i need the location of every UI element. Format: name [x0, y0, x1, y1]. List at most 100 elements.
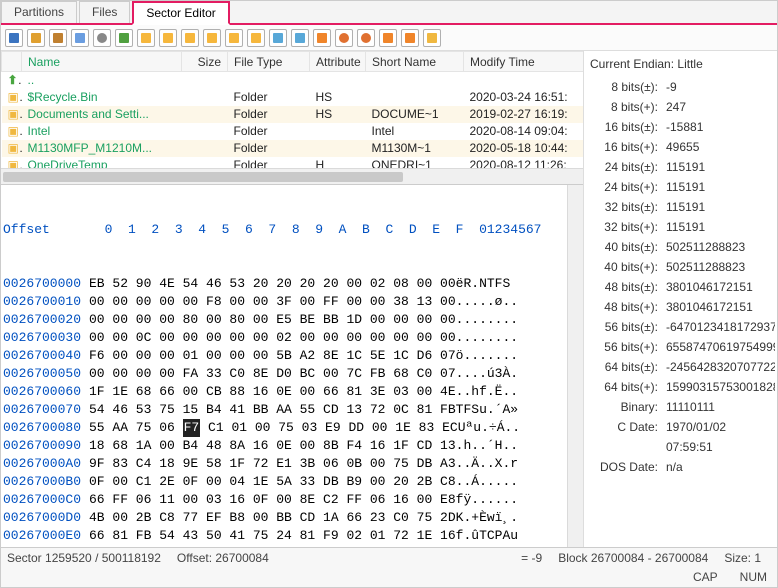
status-cap: CAP	[693, 570, 718, 584]
status-sector: Sector 1259520 / 500118192	[7, 551, 171, 565]
search-icon[interactable]	[93, 29, 111, 47]
info-row: 48 bits(±):3801046172151	[586, 277, 775, 297]
info-row: 40 bits(+):502511288823	[586, 257, 775, 277]
info-row: 07:59:51	[586, 437, 775, 457]
info-value: 115191	[664, 220, 775, 234]
info-label: 8 bits(±):	[586, 80, 664, 94]
disk3-icon[interactable]	[401, 29, 419, 47]
info-row: 40 bits(±):502511288823	[586, 237, 775, 257]
file-table-hscroll[interactable]	[1, 168, 583, 184]
col-size[interactable]: Size	[182, 52, 228, 72]
folder-icon: ▣	[2, 106, 22, 123]
info-value: 3801046172151	[664, 280, 775, 294]
table-row[interactable]: ▣OneDriveTempFolderHONEDRI~12020-08-12 1…	[2, 157, 584, 169]
info-value: 49655	[664, 140, 775, 154]
hex-row[interactable]: 00267000601F 1E 68 66 00 CB 88 16 0E 00 …	[3, 383, 565, 401]
db2-icon[interactable]	[291, 29, 309, 47]
info-value: 115191	[664, 200, 775, 214]
info-value: 247	[664, 100, 775, 114]
globe-icon[interactable]	[335, 29, 353, 47]
info-value: 1970/01/02	[664, 420, 775, 434]
table-row[interactable]: ▣M1130MFP_M1210M...FolderM1130M~12020-05…	[2, 140, 584, 157]
nav-prev-icon[interactable]	[159, 29, 177, 47]
info-row: 16 bits(+):49655	[586, 137, 775, 157]
status-num: NUM	[740, 570, 767, 584]
nav-up-icon[interactable]	[181, 29, 199, 47]
info-label: 64 bits(+):	[586, 380, 664, 394]
info-label: 16 bits(±):	[586, 120, 664, 134]
col-attribute[interactable]: Attribute	[310, 52, 366, 72]
hex-header-cols: 0 1 2 3 4 5 6 7 8 9 A B C D E F 01234567	[89, 221, 541, 239]
info-value: 11110111	[664, 400, 775, 414]
copy-icon[interactable]	[27, 29, 45, 47]
open-folder-icon[interactable]	[423, 29, 441, 47]
disk2-icon[interactable]	[379, 29, 397, 47]
info-row: 56 bits(±):-6470123418172937	[586, 317, 775, 337]
table-row[interactable]: ⬆..	[2, 72, 584, 89]
info-value: 115191	[664, 180, 775, 194]
hex-row[interactable]: 002670001000 00 00 00 00 F8 00 00 3F 00 …	[3, 293, 565, 311]
table-row[interactable]: ▣Documents and Setti...FolderHSDOCUME~12…	[2, 106, 584, 123]
tab-partitions[interactable]: Partitions	[1, 1, 77, 23]
hex-row[interactable]: 00267000B00F 00 C1 2E 0F 00 04 1E 5A 33 …	[3, 473, 565, 491]
info-label: 40 bits(+):	[586, 260, 664, 274]
hex-row[interactable]: 00267000D04B 00 2B C8 77 EF B8 00 BB CD …	[3, 509, 565, 527]
nav-last-icon[interactable]	[225, 29, 243, 47]
nav-goto-icon[interactable]	[247, 29, 265, 47]
table-row[interactable]: ▣IntelFolderIntel2020-08-14 09:04:	[2, 123, 584, 140]
paste-icon[interactable]	[49, 29, 67, 47]
info-row: 24 bits(±):115191	[586, 157, 775, 177]
nav-next-icon[interactable]	[203, 29, 221, 47]
info-row: C Date:1970/01/02	[586, 417, 775, 437]
hex-row[interactable]: 0026700040F6 00 00 00 01 00 00 00 5B A2 …	[3, 347, 565, 365]
save-icon[interactable]	[5, 29, 23, 47]
info-panel: Current Endian: Little 8 bits(±):-98 bit…	[583, 51, 777, 547]
file-table: NameSizeFile TypeAttributeShort NameModi…	[1, 51, 583, 185]
col-modify-time[interactable]: Modify Time	[464, 52, 584, 72]
hex-vscroll[interactable]	[567, 185, 583, 547]
info-row: 64 bits(+):15990315753001828855	[586, 377, 775, 397]
hex-row[interactable]: 0026700000EB 52 90 4E 54 46 53 20 20 20 …	[3, 275, 565, 293]
info-label: 56 bits(±):	[586, 320, 664, 334]
table-row[interactable]: ▣$Recycle.BinFolderHS2020-03-24 16:51:	[2, 89, 584, 106]
undo-icon[interactable]	[71, 29, 89, 47]
disk-icon[interactable]	[313, 29, 331, 47]
hex-row[interactable]: 002670002000 00 00 00 80 00 80 00 E5 BE …	[3, 311, 565, 329]
hex-view[interactable]: Offset 0 1 2 3 4 5 6 7 8 9 A B C D E F 0…	[1, 185, 567, 547]
hex-row[interactable]: 00267000C066 FF 06 11 00 03 16 0F 00 8E …	[3, 491, 565, 509]
db-icon[interactable]	[269, 29, 287, 47]
hex-row[interactable]: 002670005000 00 00 00 FA 33 C0 8E D0 BC …	[3, 365, 565, 383]
info-row: DOS Date:n/a	[586, 457, 775, 477]
info-label: 8 bits(+):	[586, 100, 664, 114]
tab-files[interactable]: Files	[79, 1, 130, 23]
col-name[interactable]: Name	[22, 52, 182, 72]
hex-row[interactable]: 002670009018 68 1A 00 B4 48 8A 16 0E 00 …	[3, 437, 565, 455]
info-value: 502511288823	[664, 240, 775, 254]
info-row: 8 bits(±):-9	[586, 77, 775, 97]
info-label: 64 bits(±):	[586, 360, 664, 374]
info-row: 32 bits(±):115191	[586, 197, 775, 217]
globe2-icon[interactable]	[357, 29, 375, 47]
folder-icon: ▣	[2, 123, 22, 140]
col-file-type[interactable]: File Type	[228, 52, 310, 72]
info-label: DOS Date:	[586, 460, 664, 474]
info-value: -6470123418172937	[664, 320, 775, 334]
tab-sector-editor[interactable]: Sector Editor	[132, 1, 229, 25]
hex-row[interactable]: 002670008055 AA 75 06 F7 C1 01 00 75 03 …	[3, 419, 565, 437]
hex-row[interactable]: 002670007054 46 53 75 15 B4 41 BB AA 55 …	[3, 401, 565, 419]
col-short-name[interactable]: Short Name	[366, 52, 464, 72]
refresh-icon[interactable]	[115, 29, 133, 47]
col-icon[interactable]	[2, 52, 22, 72]
info-label: 16 bits(+):	[586, 140, 664, 154]
hex-row[interactable]: 002670003000 00 0C 00 00 00 00 00 02 00 …	[3, 329, 565, 347]
tab-bar: Partitions Files Sector Editor	[1, 1, 777, 25]
nav-first-icon[interactable]	[137, 29, 155, 47]
info-value: 65587470619754999	[664, 340, 775, 354]
info-row: 56 bits(+):65587470619754999	[586, 337, 775, 357]
hex-row[interactable]: 00267000A09F 83 C4 18 9E 58 1F 72 E1 3B …	[3, 455, 565, 473]
hex-row[interactable]: 00267000E066 81 FB 54 43 50 41 75 24 81 …	[3, 527, 565, 545]
status-offset: Offset: 26700084	[177, 551, 279, 565]
info-label: 40 bits(±):	[586, 240, 664, 254]
status-eq: = -9	[521, 551, 552, 565]
info-label: 48 bits(+):	[586, 300, 664, 314]
